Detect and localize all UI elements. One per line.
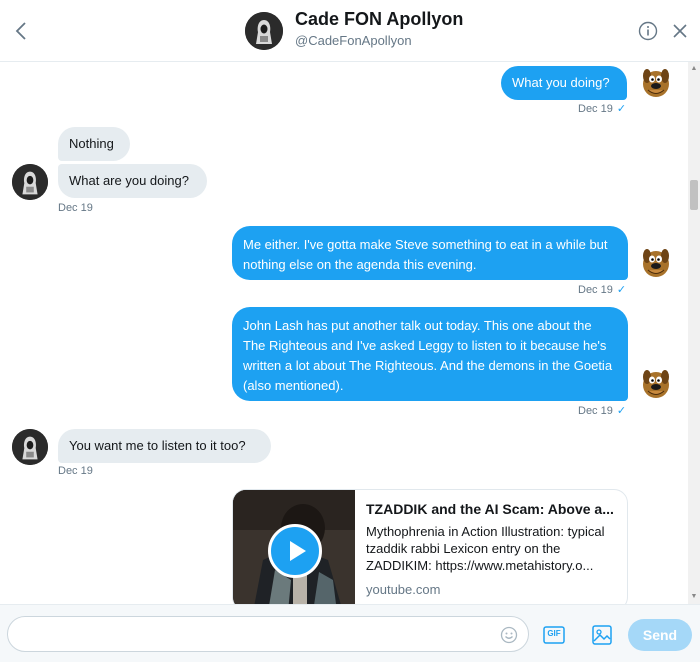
scroll-down-arrow-icon[interactable]: ▼ (690, 593, 698, 601)
contact-message-avatar[interactable] (12, 429, 48, 465)
message-bubble-sent[interactable]: What you doing? (501, 66, 627, 100)
play-button[interactable] (268, 524, 322, 578)
message-composer: GIF Send (0, 604, 700, 662)
message-bubble-received[interactable]: Nothing (58, 127, 130, 161)
message-timestamp: Dec 19 ✓ (578, 284, 627, 296)
message-timestamp: Dec 19 ✓ (578, 405, 627, 417)
send-button[interactable]: Send (628, 619, 692, 651)
hooded-figure-icon (12, 164, 48, 200)
message-timestamp: Dec 19 (58, 202, 93, 214)
cartoon-dog-icon (638, 64, 674, 100)
contact-message-avatar[interactable] (12, 164, 48, 200)
my-avatar[interactable] (638, 244, 674, 280)
message-bubble-received[interactable]: You want me to listen to it too? (58, 429, 271, 463)
message-scrollbar[interactable]: ▲ ▼ (688, 62, 700, 604)
hooded-figure-icon (245, 12, 283, 50)
media-button[interactable] (591, 624, 613, 646)
play-icon (290, 541, 306, 561)
close-icon (673, 24, 687, 38)
cartoon-dog-icon (638, 365, 674, 401)
gif-button[interactable]: GIF (543, 625, 565, 645)
conversation-header: Cade FON Apollyon @CadeFonApollyon (0, 0, 700, 62)
my-avatar[interactable] (638, 365, 674, 401)
link-description: Mythophrenia in Action Illustration: typ… (366, 524, 605, 573)
contact-avatar[interactable] (245, 12, 283, 50)
message-list[interactable]: What you doing? Dec 19 ✓ Nothing What are… (0, 62, 688, 604)
smiley-icon (500, 626, 518, 644)
message-bubble-sent[interactable]: Me either. I've gotta make Steve somethi… (232, 226, 628, 280)
read-check-icon: ✓ (616, 405, 627, 417)
message-timestamp: Dec 19 (58, 465, 93, 477)
message-timestamp: Dec 19 ✓ (578, 103, 627, 115)
close-button[interactable] (671, 21, 689, 41)
cartoon-dog-icon (638, 244, 674, 280)
message-bubble-received[interactable]: What are you doing? (58, 164, 207, 198)
video-thumbnail[interactable] (233, 490, 355, 604)
read-check-icon: ✓ (616, 284, 627, 296)
gif-label: GIF (547, 629, 561, 638)
chevron-left-icon (15, 22, 26, 40)
hooded-figure-icon (12, 429, 48, 465)
read-check-icon: ✓ (616, 103, 627, 115)
back-button[interactable] (10, 18, 32, 44)
link-domain: youtube.com (366, 582, 441, 597)
message-input[interactable] (7, 616, 529, 652)
info-circle-icon (638, 21, 658, 41)
my-avatar[interactable] (638, 64, 674, 100)
contact-name[interactable]: Cade FON Apollyon (295, 9, 463, 30)
scrollbar-thumb[interactable] (690, 180, 698, 210)
message-bubble-sent[interactable]: John Lash has put another talk out today… (232, 307, 628, 401)
scroll-up-arrow-icon[interactable]: ▲ (690, 65, 698, 73)
contact-handle: @CadeFonApollyon (295, 33, 412, 48)
conversation-info-button[interactable] (638, 21, 658, 41)
emoji-button[interactable] (500, 626, 518, 644)
link-title[interactable]: TZADDIK and the AI Scam: Above a... (366, 501, 621, 517)
image-icon (592, 625, 612, 645)
link-preview-card[interactable]: TZADDIK and the AI Scam: Above a... Myth… (232, 489, 628, 604)
